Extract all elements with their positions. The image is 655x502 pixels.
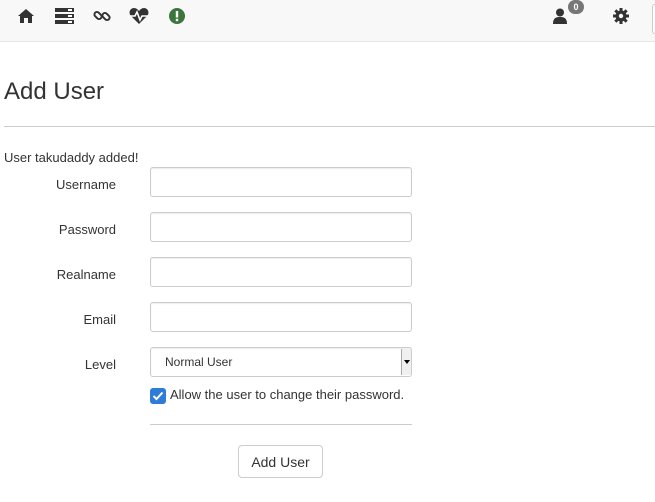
gear-icon[interactable] <box>609 6 633 26</box>
heartbeat-icon[interactable] <box>127 6 151 26</box>
level-selected-value: Normal User <box>165 355 233 369</box>
allow-password-change-checkbox[interactable] <box>150 388 166 404</box>
chevron-down-icon[interactable] <box>401 349 411 375</box>
home-icon[interactable] <box>14 6 38 26</box>
page-title: Add User <box>4 78 105 105</box>
level-select[interactable]: Normal User <box>150 347 412 377</box>
title-divider <box>4 126 655 127</box>
realname-field[interactable] <box>150 257 412 287</box>
allow-password-change-label[interactable]: Allow the user to change their password. <box>170 387 404 402</box>
notification-badge: 0 <box>568 0 584 14</box>
email-label: Email <box>83 312 116 327</box>
level-label: Level <box>84 357 116 372</box>
navbar: 0 <box>0 0 655 42</box>
password-label: Password <box>58 222 116 237</box>
server-icon[interactable] <box>52 6 76 26</box>
username-field[interactable] <box>150 167 412 197</box>
realname-label: Realname <box>56 267 116 282</box>
password-field[interactable] <box>150 212 412 242</box>
form-divider <box>150 424 412 425</box>
username-label: Username <box>56 177 116 192</box>
link-icon[interactable] <box>90 6 114 26</box>
check-icon <box>152 391 164 401</box>
alert-circle-icon[interactable] <box>165 6 189 26</box>
success-message: User takudaddy added! <box>4 150 139 165</box>
add-user-button[interactable]: Add User <box>238 445 323 478</box>
email-field[interactable] <box>150 302 412 332</box>
